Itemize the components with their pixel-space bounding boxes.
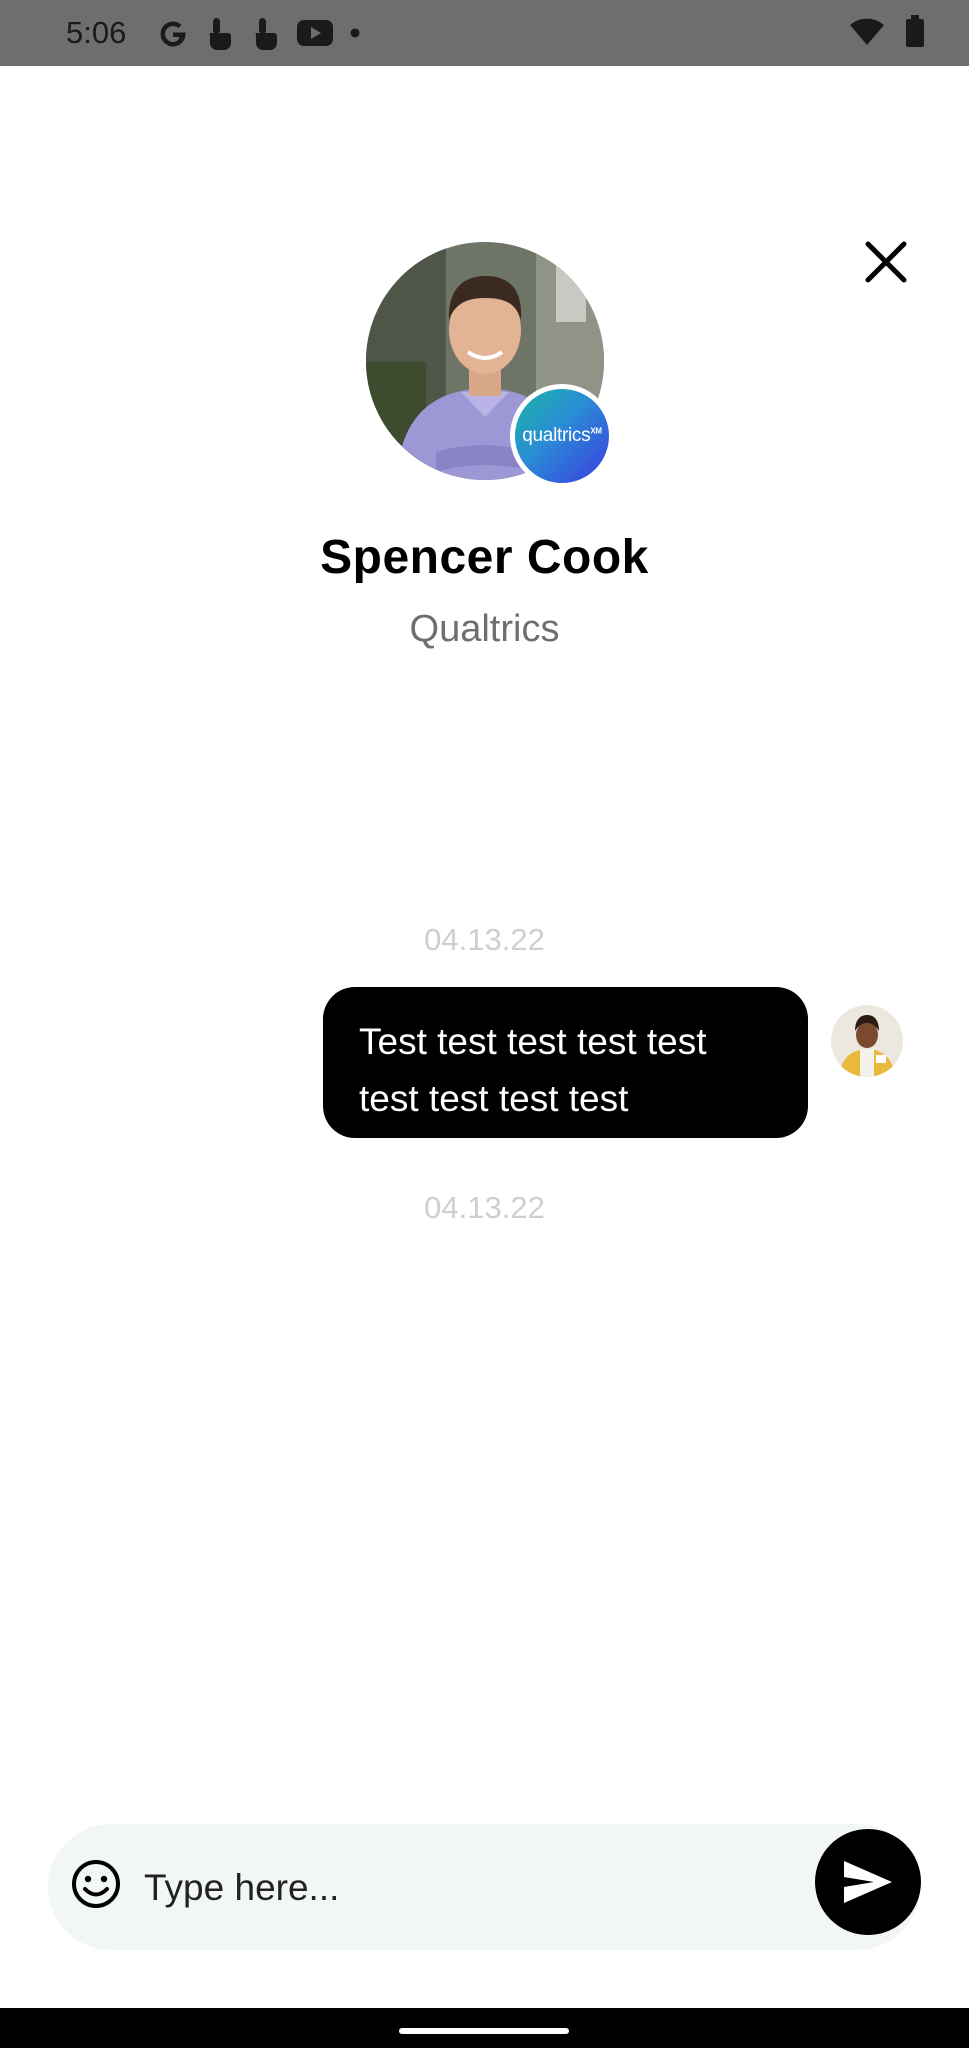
company-logo-text: qualtrics bbox=[522, 425, 591, 446]
company-logo-mark: XM bbox=[590, 426, 602, 436]
emoji-button[interactable] bbox=[70, 1858, 122, 1910]
message-input[interactable] bbox=[144, 1856, 784, 1920]
google-icon bbox=[160, 21, 186, 47]
status-system-icons bbox=[849, 14, 925, 48]
message-timestamp: 04.13.22 bbox=[424, 922, 545, 957]
company-logo-badge: qualtricsXM bbox=[510, 384, 614, 488]
message-bubble-outgoing[interactable]: Test test test test test test test test … bbox=[323, 987, 808, 1138]
home-indicator[interactable] bbox=[399, 2028, 569, 2034]
notification-dot-icon bbox=[350, 28, 360, 38]
touch-gesture-icon bbox=[255, 18, 277, 50]
send-icon bbox=[844, 1861, 892, 1903]
status-notification-icons bbox=[156, 14, 362, 52]
battery-icon bbox=[906, 15, 924, 47]
status-bar: 5:06 bbox=[0, 0, 969, 66]
send-button[interactable] bbox=[815, 1829, 921, 1935]
close-icon bbox=[865, 241, 907, 283]
status-time: 5:06 bbox=[66, 15, 127, 50]
user-avatar bbox=[831, 1005, 903, 1077]
contact-name: Spencer Cook bbox=[320, 531, 649, 584]
emoji-icon bbox=[72, 1860, 120, 1908]
contact-company: Qualtrics bbox=[409, 608, 560, 650]
close-button[interactable] bbox=[858, 234, 914, 290]
message-timestamp: 04.13.22 bbox=[424, 1190, 545, 1225]
touch-gesture-icon bbox=[209, 18, 231, 50]
wifi-icon bbox=[850, 18, 884, 45]
youtube-icon bbox=[297, 20, 333, 46]
